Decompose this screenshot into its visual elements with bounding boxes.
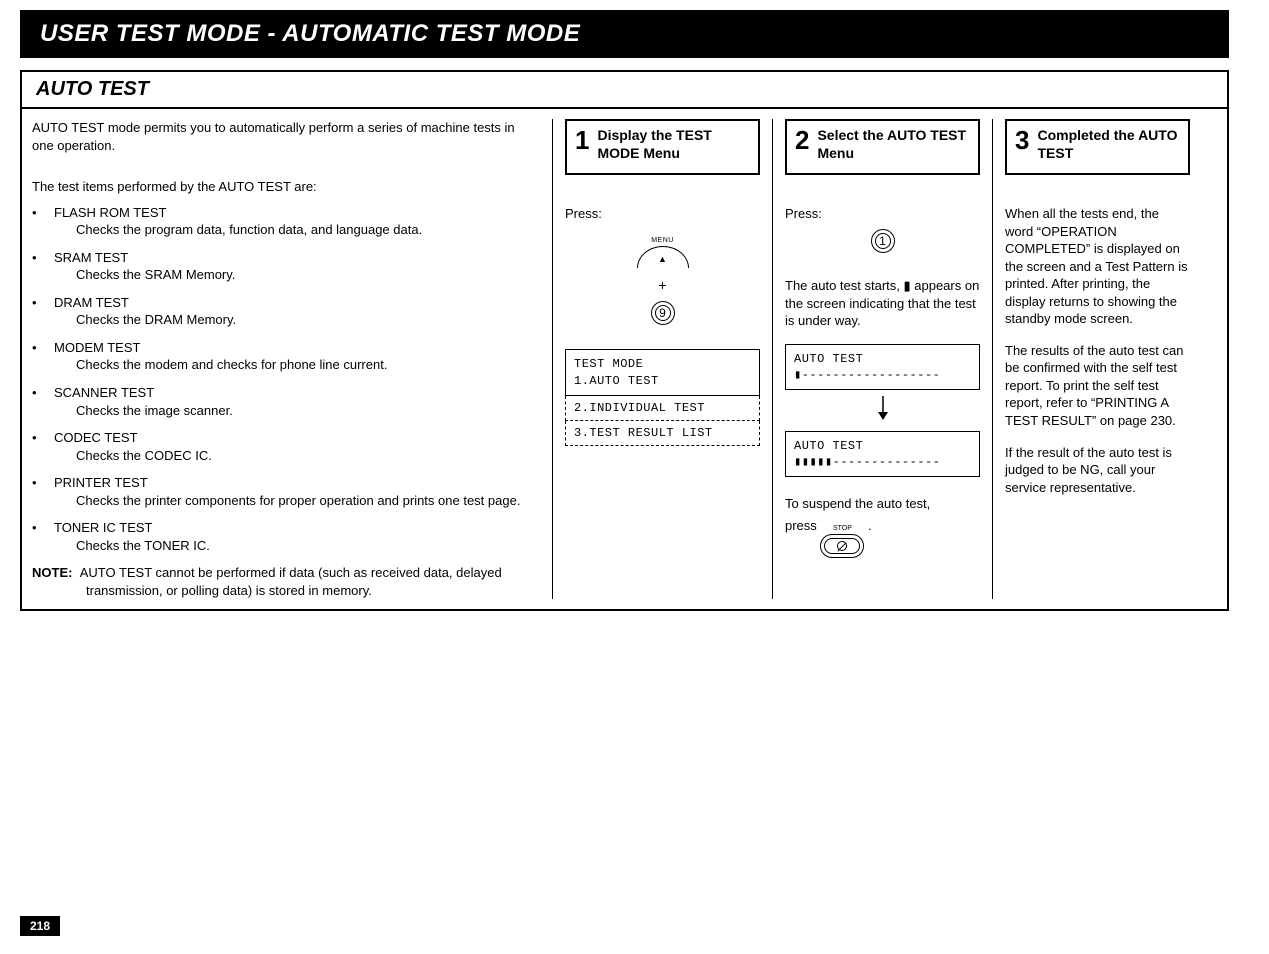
step-2-para-1: The auto test starts, ▮ appears on the s… [785,277,980,330]
list-item: •DRAM TESTChecks the DRAM Memory. [32,294,536,329]
test-list: •FLASH ROM TESTChecks the program data, … [32,204,536,555]
step-2-title: Select the AUTO TEST Menu [817,127,970,162]
step-3-number: 3 [1015,127,1029,153]
period: . [868,518,872,533]
section-box: AUTO TEST AUTO TEST mode permits you to … [20,70,1229,611]
step-2-buttons: 1 [785,229,980,258]
list-item: •CODEC TESTChecks the CODEC IC. [32,429,536,464]
plus-sign: + [565,276,760,295]
menu-button[interactable]: MENU [637,236,689,268]
digit-9-button[interactable]: 9 [651,301,675,325]
step-3-title: Completed the AUTO TEST [1037,127,1180,162]
stop-button[interactable] [820,534,864,558]
step-3-para-1: When all the tests end, the word “OPERAT… [1005,205,1190,328]
digit-9-label: 9 [652,305,674,321]
step-1-press: Press: [565,205,760,223]
arrow-down-icon [785,396,980,425]
step-3: 3 Completed the AUTO TEST When all the t… [992,119,1202,599]
stop-label: STOP [820,524,864,533]
lcd-option-3: 3.TEST RESULT LIST [565,421,760,446]
press-word: press [785,518,817,533]
steps-row: 1 Display the TEST MODE Menu Press: MENU… [552,119,1221,599]
lcd-autotest-1: AUTO TEST ▮------------------ [785,344,980,390]
menu-up-icon [637,246,689,268]
list-item: •TONER IC TESTChecks the TONER IC. [32,519,536,554]
section-header: AUTO TEST [22,72,1227,109]
step-1-number: 1 [575,127,589,153]
section-body: AUTO TEST mode permits you to automatica… [22,109,1227,609]
list-item: •SCANNER TESTChecks the image scanner. [32,384,536,419]
step-2-header: 2 Select the AUTO TEST Menu [785,119,980,175]
note-text: AUTO TEST cannot be performed if data (s… [80,565,502,598]
note: NOTE: AUTO TEST cannot be performed if d… [32,564,536,599]
page-number: 218 [20,916,60,936]
list-item: •PRINTER TESTChecks the printer componen… [32,474,536,509]
press-stop-line: press STOP . [785,517,980,563]
step-1-title: Display the TEST MODE Menu [597,127,750,162]
step-1-buttons: MENU + 9 [565,229,760,330]
page-title: USER TEST MODE - AUTOMATIC TEST MODE [40,20,580,47]
list-item: •SRAM TESTChecks the SRAM Memory. [32,249,536,284]
note-label: NOTE: [32,565,72,580]
stop-icon [837,541,847,551]
page-title-bar: USER TEST MODE - AUTOMATIC TEST MODE [20,10,1229,58]
step-1-header: 1 Display the TEST MODE Menu [565,119,760,175]
step-2-press: Press: [785,205,980,223]
lcd-option-2: 2.INDIVIDUAL TEST [565,396,760,421]
list-intro: The test items performed by the AUTO TES… [32,178,536,196]
lcd-autotest-2: AUTO TEST ▮▮▮▮▮-------------- [785,431,980,477]
lcd-test-mode: TEST MODE 1.AUTO TEST [565,349,760,395]
intro-text: AUTO TEST mode permits you to automatica… [32,119,536,154]
digit-1-button[interactable]: 1 [871,229,895,253]
step-3-para-2: The results of the auto test can be conf… [1005,342,1190,430]
menu-button-label: MENU [637,236,689,245]
digit-1-label: 1 [872,233,894,249]
step-3-header: 3 Completed the AUTO TEST [1005,119,1190,175]
step-2: 2 Select the AUTO TEST Menu Press: 1 The… [772,119,992,599]
list-item: •MODEM TESTChecks the modem and checks f… [32,339,536,374]
left-column: AUTO TEST mode permits you to automatica… [32,119,552,599]
step-1: 1 Display the TEST MODE Menu Press: MENU… [552,119,772,599]
suspend-text: To suspend the auto test, [785,495,980,513]
step-2-number: 2 [795,127,809,153]
step-3-para-3: If the result of the auto test is judged… [1005,444,1190,497]
list-item: •FLASH ROM TESTChecks the program data, … [32,204,536,239]
